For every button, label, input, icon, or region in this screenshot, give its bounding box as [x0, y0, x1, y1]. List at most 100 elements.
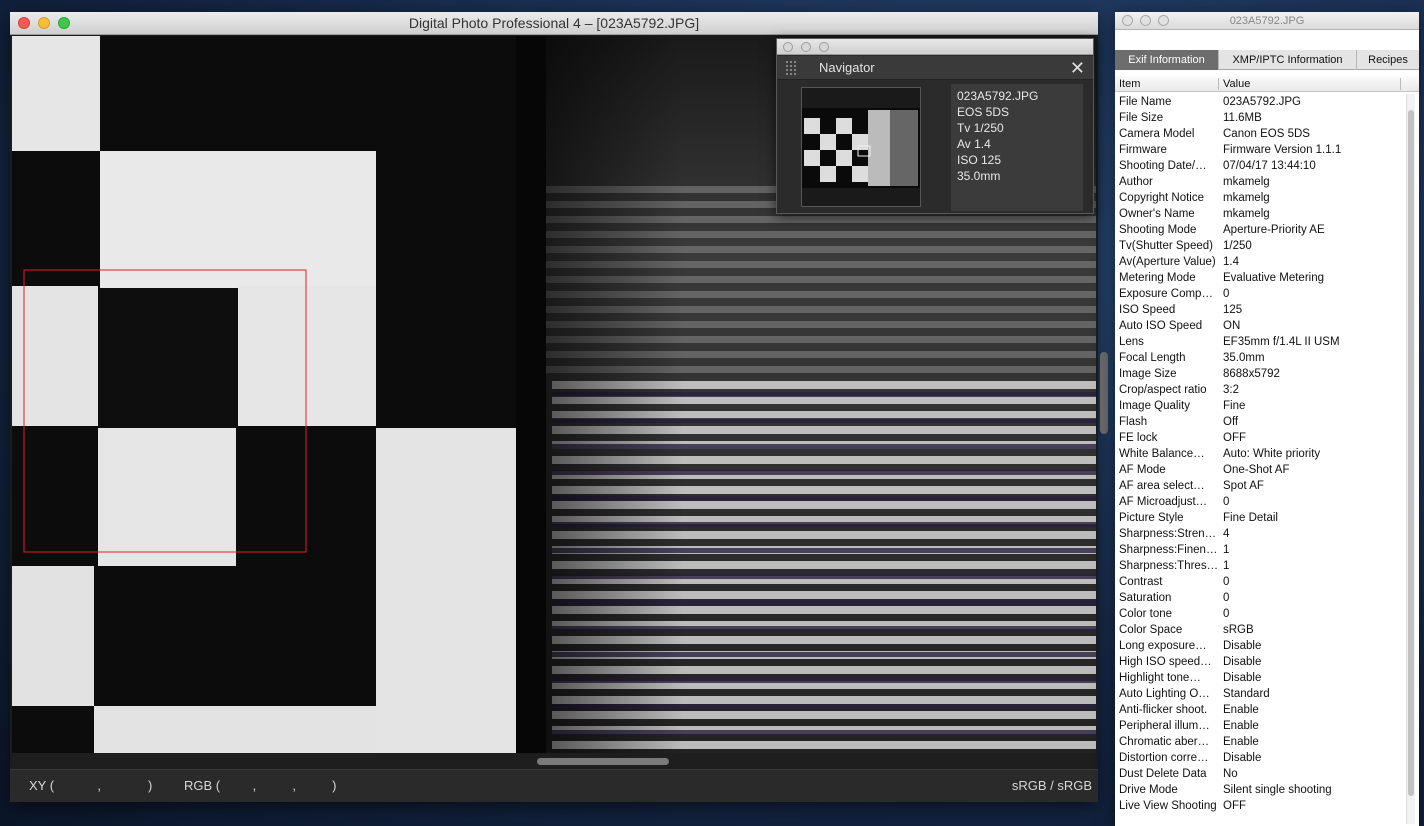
- table-row[interactable]: Long exposure… Disable: [1115, 638, 1405, 654]
- tab-recipes[interactable]: Recipes: [1357, 50, 1419, 70]
- row-item: Shooting Date/…: [1119, 160, 1207, 172]
- info-close-dot[interactable]: [1122, 15, 1133, 26]
- table-row[interactable]: Distortion corre… Disable: [1115, 750, 1405, 766]
- table-row[interactable]: File Name 023A5792.JPG: [1115, 94, 1405, 110]
- table-row[interactable]: Flash Off: [1115, 414, 1405, 430]
- row-item: Sharpness:Thres…: [1119, 560, 1219, 572]
- table-row[interactable]: FE lock OFF: [1115, 430, 1405, 446]
- table-row[interactable]: Contrast 0: [1115, 574, 1405, 590]
- table-row[interactable]: ISO Speed 125: [1115, 302, 1405, 318]
- row-value: 0: [1223, 288, 1230, 300]
- table-row[interactable]: Metering Mode Evaluative Metering: [1115, 270, 1405, 286]
- table-row[interactable]: Sharpness:Thres… 1: [1115, 558, 1405, 574]
- row-item: Author: [1119, 176, 1153, 188]
- table-row[interactable]: Exposure Comp… 0: [1115, 286, 1405, 302]
- row-value: Firmware Version 1.1.1: [1223, 144, 1342, 156]
- table-row[interactable]: Picture Style Fine Detail: [1115, 510, 1405, 526]
- row-item: Lens: [1119, 336, 1144, 348]
- info-scroll-thumb[interactable]: [1408, 110, 1414, 796]
- row-item: Focal Length: [1119, 352, 1186, 364]
- table-row[interactable]: Shooting Date/… 07/04/17 13:44:10: [1115, 158, 1405, 174]
- vertical-scroll-thumb[interactable]: [1100, 352, 1108, 434]
- row-value: Silent single shooting: [1223, 784, 1332, 796]
- tab-exif-information[interactable]: Exif Information: [1115, 50, 1219, 70]
- table-row[interactable]: White Balance… Auto: White priority: [1115, 446, 1405, 462]
- table-row[interactable]: Author mkamelg: [1115, 174, 1405, 190]
- row-item: Image Quality: [1119, 400, 1190, 412]
- table-row[interactable]: Drive Mode Silent single shooting: [1115, 782, 1405, 798]
- status-bar: XY ( , ) RGB ( , , ) sRGB / sRGB: [10, 769, 1098, 802]
- row-value: Spot AF: [1223, 480, 1264, 492]
- table-row[interactable]: Owner's Name mkamelg: [1115, 206, 1405, 222]
- table-row[interactable]: Focal Length 35.0mm: [1115, 350, 1405, 366]
- table-row[interactable]: Crop/aspect ratio 3:2: [1115, 382, 1405, 398]
- table-row[interactable]: AF area select… Spot AF: [1115, 478, 1405, 494]
- table-row[interactable]: Live View Shooting OFF: [1115, 798, 1405, 814]
- info-palette: 023A5792.JPG Exif Information XMP/IPTC I…: [1115, 12, 1419, 826]
- row-value: 1: [1223, 560, 1230, 572]
- info-zoom-dot[interactable]: [1158, 15, 1169, 26]
- close-icon[interactable]: ✕: [1070, 57, 1085, 79]
- table-row[interactable]: Shooting Mode Aperture-Priority AE: [1115, 222, 1405, 238]
- table-row[interactable]: Firmware Firmware Version 1.1.1: [1115, 142, 1405, 158]
- main-titlebar[interactable]: Digital Photo Professional 4 – [023A5792…: [10, 12, 1098, 35]
- table-row[interactable]: Saturation 0: [1115, 590, 1405, 606]
- table-row[interactable]: Auto ISO Speed ON: [1115, 318, 1405, 334]
- row-item: AF area select…: [1119, 480, 1205, 492]
- grip-icon[interactable]: [785, 60, 797, 76]
- column-header-value[interactable]: Value: [1223, 76, 1250, 92]
- table-row[interactable]: Lens EF35mm f/1.4L II USM: [1115, 334, 1405, 350]
- tab-xmp-iptc-information[interactable]: XMP/IPTC Information: [1219, 50, 1357, 70]
- table-row[interactable]: Peripheral illum… Enable: [1115, 718, 1405, 734]
- zoom-window-button[interactable]: [58, 17, 70, 29]
- table-row[interactable]: Image Quality Fine: [1115, 398, 1405, 414]
- close-window-button[interactable]: [18, 17, 30, 29]
- row-item: Sharpness:Stren…: [1119, 528, 1217, 540]
- minimize-window-button[interactable]: [38, 17, 50, 29]
- table-row[interactable]: Anti-flicker shoot. Enable: [1115, 702, 1405, 718]
- row-value: 125: [1223, 304, 1243, 316]
- table-row[interactable]: Chromatic aber… Enable: [1115, 734, 1405, 750]
- table-row[interactable]: AF Microadjust… 0: [1115, 494, 1405, 510]
- table-row[interactable]: Av(Aperture Value) 1.4: [1115, 254, 1405, 270]
- info-titlebar[interactable]: 023A5792.JPG: [1115, 12, 1419, 30]
- navigator-zoom-dot[interactable]: [819, 42, 829, 52]
- navigator-minimize-dot[interactable]: [801, 42, 811, 52]
- table-row[interactable]: High ISO speed… Disable: [1115, 654, 1405, 670]
- info-vertical-scrollbar[interactable]: [1406, 94, 1415, 824]
- table-row[interactable]: Image Size 8688x5792: [1115, 366, 1405, 382]
- info-minimize-dot[interactable]: [1140, 15, 1151, 26]
- row-item: Flash: [1119, 416, 1148, 428]
- row-item: Shooting Mode: [1119, 224, 1197, 236]
- table-row[interactable]: AF Mode One-Shot AF: [1115, 462, 1405, 478]
- table-row[interactable]: File Size 11.6MB: [1115, 110, 1405, 126]
- table-row[interactable]: Copyright Notice mkamelg: [1115, 190, 1405, 206]
- row-value: OFF: [1223, 800, 1246, 812]
- row-item: Metering Mode: [1119, 272, 1196, 284]
- row-item: Auto Lighting O…: [1119, 688, 1210, 700]
- column-header-item[interactable]: Item: [1119, 76, 1140, 92]
- table-row[interactable]: Camera Model Canon EOS 5DS: [1115, 126, 1405, 142]
- row-item: Peripheral illum…: [1119, 720, 1210, 732]
- navigator-close-dot[interactable]: [783, 42, 793, 52]
- table-row[interactable]: Sharpness:Stren… 4: [1115, 526, 1405, 542]
- row-value: Enable: [1223, 736, 1259, 748]
- navigator-thumbnail[interactable]: [801, 87, 921, 207]
- row-value: Disable: [1223, 656, 1262, 668]
- table-row[interactable]: Tv(Shutter Speed) 1/250: [1115, 238, 1405, 254]
- table-row[interactable]: Dust Delete Data No: [1115, 766, 1405, 782]
- row-item: Picture Style: [1119, 512, 1184, 524]
- table-row[interactable]: Sharpness:Finen… 1: [1115, 542, 1405, 558]
- table-row[interactable]: Highlight tone… Disable: [1115, 670, 1405, 686]
- row-item: Copyright Notice: [1119, 192, 1205, 204]
- horizontal-scrollbar[interactable]: [12, 753, 1096, 769]
- navigator-titlebar[interactable]: [777, 39, 1093, 55]
- table-row[interactable]: Auto Lighting O… Standard: [1115, 686, 1405, 702]
- table-row[interactable]: Color Space sRGB: [1115, 622, 1405, 638]
- row-value: Enable: [1223, 704, 1259, 716]
- row-value: 023A5792.JPG: [1223, 96, 1302, 108]
- info-tabs: Exif Information XMP/IPTC Information Re…: [1115, 50, 1419, 70]
- horizontal-scroll-thumb[interactable]: [537, 758, 669, 765]
- table-row[interactable]: Color tone 0: [1115, 606, 1405, 622]
- row-value: Fine: [1223, 400, 1246, 412]
